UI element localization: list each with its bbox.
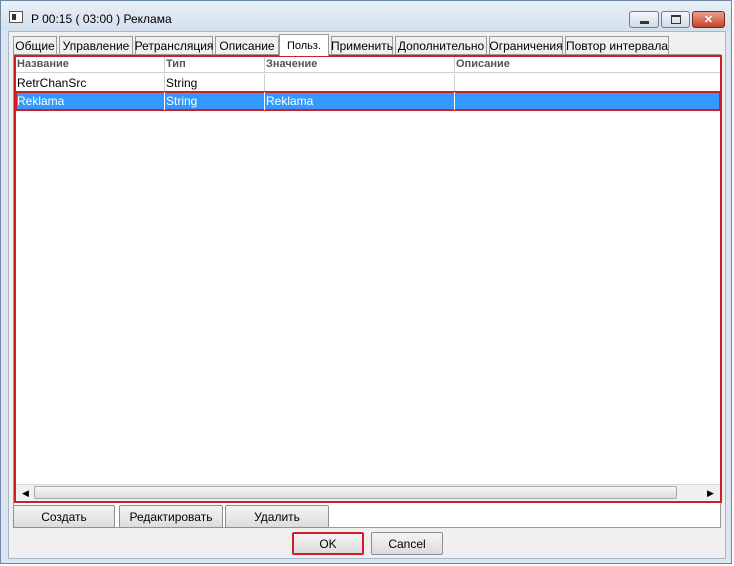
column-header-name[interactable]: Название	[16, 57, 165, 72]
tab-relay[interactable]: Ретрансляция	[135, 36, 213, 55]
cell-description	[455, 92, 720, 110]
dialog-window: P 00:15 ( 03:00 ) Реклама ✕ Общие Управл…	[0, 0, 732, 564]
cell-name: RetrChanSrc	[16, 74, 165, 92]
close-button[interactable]: ✕	[692, 11, 725, 28]
tab-control[interactable]: Управление	[59, 36, 133, 55]
table-row[interactable]: RetrChanSrc String	[16, 74, 720, 92]
table-row-selected[interactable]: Reklama String Reklama	[15, 91, 721, 111]
tab-additional[interactable]: Дополнительно	[395, 36, 487, 55]
ok-button[interactable]: OK	[292, 532, 364, 555]
column-header-type[interactable]: Тип	[165, 57, 265, 72]
cancel-button[interactable]: Cancel	[371, 532, 443, 555]
tab-user[interactable]: Польз.	[279, 34, 329, 56]
title-bar[interactable]: P 00:15 ( 03:00 ) Реклама ✕	[1, 1, 731, 31]
minimize-button[interactable]	[629, 11, 659, 28]
arrow-right-icon[interactable]: ▶	[703, 486, 718, 500]
cell-name: Reklama	[16, 92, 165, 110]
cell-description	[455, 74, 720, 92]
column-header-value[interactable]: Значение	[265, 57, 455, 72]
tab-panel-user: Название Тип Значение Описание RetrChanS…	[13, 54, 722, 528]
window-title: P 00:15 ( 03:00 ) Реклама	[31, 12, 172, 26]
cell-value	[265, 74, 455, 92]
create-button[interactable]: Создать	[13, 505, 115, 528]
delete-button[interactable]: Удалить	[225, 505, 329, 528]
tab-restrictions[interactable]: Ограничения	[489, 36, 563, 55]
tab-repeat-interval[interactable]: Повтор интервала	[565, 36, 669, 55]
horizontal-scrollbar[interactable]: ◀ ▶	[16, 484, 720, 501]
edit-button[interactable]: Редактировать	[119, 505, 223, 528]
dialog-client: Общие Управление Ретрансляция Описание П…	[8, 31, 726, 559]
maximize-icon	[670, 15, 681, 24]
cell-type: String	[165, 74, 265, 92]
app-window-icon	[9, 11, 23, 23]
cell-value: Reklama	[265, 92, 455, 110]
close-icon: ✕	[703, 14, 714, 26]
tab-apply[interactable]: Применить	[331, 36, 393, 55]
tab-general[interactable]: Общие	[13, 36, 57, 55]
table-header: Название Тип Значение Описание	[16, 57, 720, 73]
arrow-left-icon[interactable]: ◀	[18, 486, 33, 500]
tab-description[interactable]: Описание	[215, 36, 279, 55]
scrollbar-thumb[interactable]	[34, 486, 677, 499]
properties-table[interactable]: Название Тип Значение Описание RetrChanS…	[14, 55, 722, 503]
maximize-button[interactable]	[661, 11, 690, 28]
minimize-icon	[639, 21, 649, 24]
column-header-description[interactable]: Описание	[455, 57, 720, 72]
cell-type: String	[165, 92, 265, 110]
